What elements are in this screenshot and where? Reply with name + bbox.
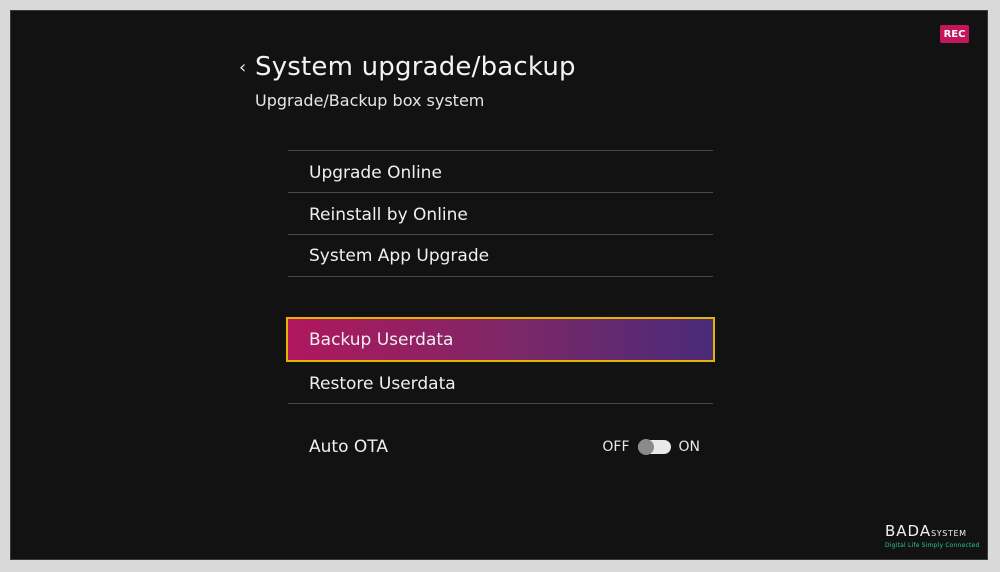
auto-ota-label: Auto OTA bbox=[309, 437, 388, 457]
brand-suffix: SYSTEM bbox=[931, 529, 967, 538]
back-chevron-icon[interactable]: ‹ bbox=[239, 57, 246, 78]
rec-badge: REC bbox=[940, 25, 969, 43]
menu-item-label: Reinstall by Online bbox=[309, 205, 468, 225]
menu-item-restore-userdata[interactable]: Restore Userdata bbox=[288, 364, 713, 404]
auto-ota-toggle-group: OFF ON bbox=[602, 427, 700, 467]
tv-screen bbox=[10, 10, 988, 560]
brand-name: BADASYSTEM bbox=[885, 522, 985, 540]
menu-item-label: System App Upgrade bbox=[309, 246, 490, 266]
page-subtitle: Upgrade/Backup box system bbox=[255, 91, 485, 110]
menu-item-backup-userdata[interactable]: Backup Userdata bbox=[286, 317, 715, 362]
brand-logo: BADASYSTEM Digital Life Simply Connected bbox=[885, 522, 985, 558]
divider bbox=[288, 403, 713, 404]
menu-item-reinstall-by-online[interactable]: Reinstall by Online bbox=[288, 195, 713, 235]
menu-item-label: Backup Userdata bbox=[309, 329, 454, 350]
divider bbox=[288, 234, 713, 235]
brand-tagline: Digital Life Simply Connected bbox=[885, 542, 980, 549]
divider bbox=[288, 192, 713, 193]
toggle-on-label: ON bbox=[678, 439, 701, 455]
toggle-off-label: OFF bbox=[602, 439, 630, 455]
menu-item-upgrade-online[interactable]: Upgrade Online bbox=[288, 153, 713, 193]
toggle-knob bbox=[637, 439, 654, 455]
auto-ota-row: Auto OTA OFF ON bbox=[288, 427, 713, 467]
page-title: System upgrade/backup bbox=[255, 52, 576, 82]
auto-ota-toggle[interactable] bbox=[637, 439, 671, 455]
menu-item-label: Restore Userdata bbox=[309, 374, 456, 394]
menu-item-system-app-upgrade[interactable]: System App Upgrade bbox=[288, 236, 713, 276]
divider bbox=[288, 276, 713, 277]
divider bbox=[288, 150, 713, 151]
menu-item-label: Upgrade Online bbox=[309, 163, 442, 183]
brand-name-text: BADA bbox=[885, 522, 932, 540]
